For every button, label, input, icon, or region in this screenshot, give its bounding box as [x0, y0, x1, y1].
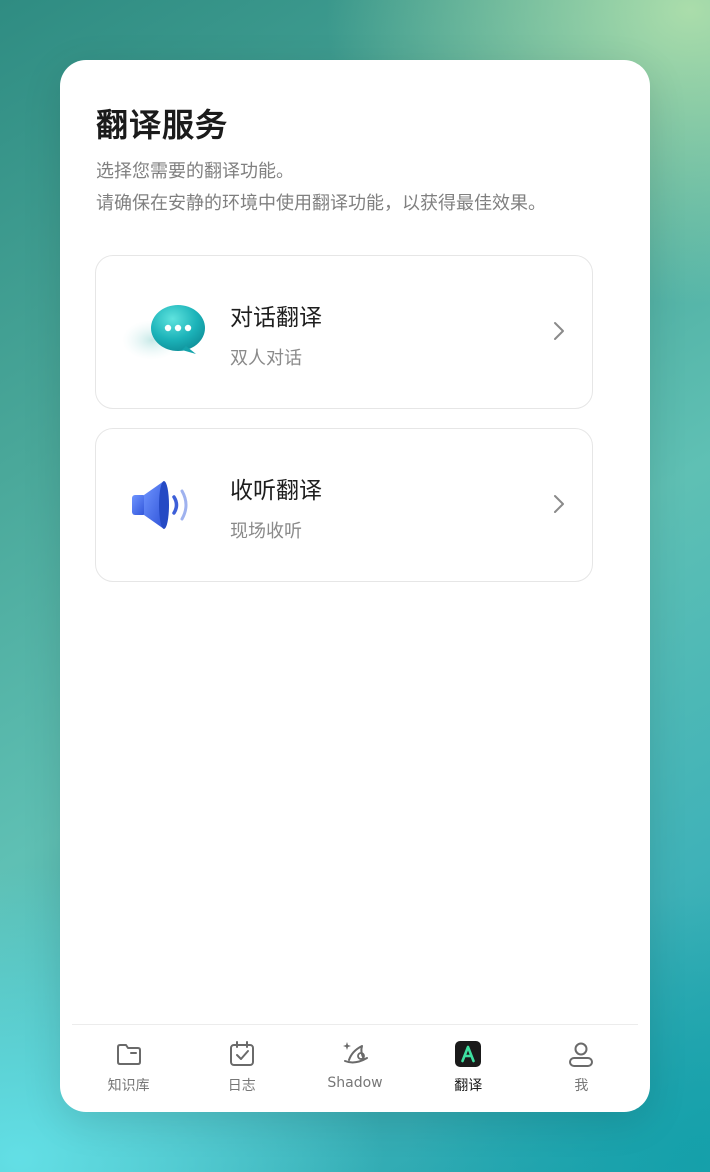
tab-shadow[interactable]: Shadow: [298, 1025, 411, 1112]
tab-label: 翻译: [454, 1078, 483, 1094]
listening-translation-card[interactable]: 收听翻译 现场收听: [95, 428, 593, 582]
feature-desc: 双人对话: [230, 348, 302, 369]
tab-label: 知识库: [107, 1078, 150, 1094]
tab-me[interactable]: 我: [525, 1025, 638, 1112]
tab-journal[interactable]: 日志: [185, 1025, 298, 1112]
chevron-right-icon: [554, 322, 564, 340]
dialogue-translation-card[interactable]: 对话翻译 双人对话: [95, 255, 593, 409]
subtitle-line-1: 选择您需要的翻译功能。: [96, 161, 294, 182]
feature-title: 收听翻译: [230, 478, 322, 504]
subtitle-line-2: 请确保在安静的环境中使用翻译功能，以获得最佳效果。: [96, 193, 546, 214]
page-subtitle: 选择您需要的翻译功能。 请确保在安静的环境中使用翻译功能，以获得最佳效果。: [96, 156, 546, 220]
chat-bubble-icon: [122, 305, 205, 360]
user-icon: [569, 1042, 594, 1067]
tab-translate[interactable]: 翻译: [412, 1025, 525, 1112]
feature-title: 对话翻译: [230, 305, 322, 331]
tab-label: 日志: [227, 1078, 256, 1094]
bottom-tab-bar: 知识库 日志 Shadow 翻译 我: [72, 1024, 638, 1112]
page-title: 翻译服务: [96, 106, 229, 144]
tab-knowledge-base[interactable]: 知识库: [72, 1025, 185, 1112]
tab-label: Shadow: [327, 1075, 383, 1091]
calendar-check-icon: [229, 1041, 254, 1066]
tab-label: 我: [574, 1078, 589, 1094]
chevron-right-icon: [554, 495, 564, 513]
translation-card: 翻译服务 选择您需要的翻译功能。 请确保在安静的环境中使用翻译功能，以获得最佳效…: [60, 60, 650, 1112]
wizard-hat-icon: [343, 1042, 368, 1064]
feature-desc: 现场收听: [230, 521, 302, 542]
translate-a-icon: [455, 1041, 482, 1067]
folder-icon: [116, 1044, 141, 1065]
speaker-icon: [132, 481, 188, 529]
